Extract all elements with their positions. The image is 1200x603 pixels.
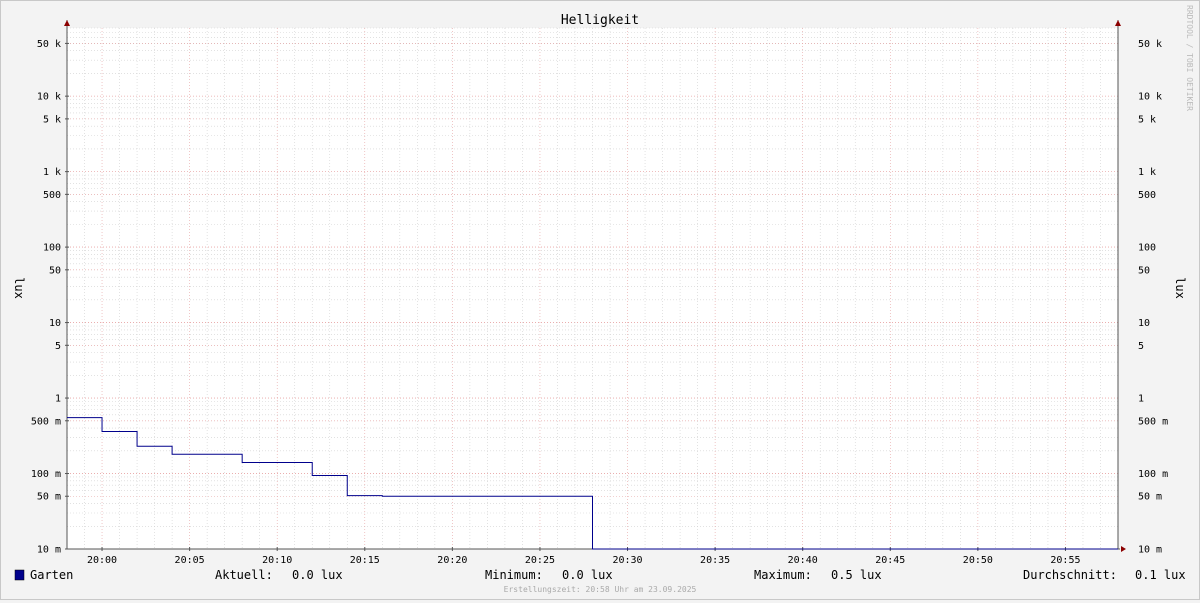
legend-aktuell-label: Aktuell: xyxy=(215,568,273,582)
legend-series-name: Garten xyxy=(30,568,73,582)
legend-minimum-value: 0.0 lux xyxy=(562,568,613,582)
legend-minimum-label: Minimum: xyxy=(485,568,543,582)
x-axis-arrow xyxy=(1121,546,1126,552)
y-tick-label-right: 500 xyxy=(1138,190,1156,201)
chart-canvas: Helligkeit RRDTOOL / TOBI OETIKER lux lu… xyxy=(12,5,1194,594)
x-tick-label: 20:20 xyxy=(437,555,467,566)
y-tick-label-right: 5 k xyxy=(1138,114,1156,125)
legend-maximum-value: 0.5 lux xyxy=(831,568,882,582)
y-tick-label-right: 50 k xyxy=(1138,39,1162,50)
chart-frame: Helligkeit RRDTOOL / TOBI OETIKER lux lu… xyxy=(0,0,1200,600)
y-tick-label-right: 1 xyxy=(1138,394,1144,405)
x-tick-label: 20:00 xyxy=(87,555,117,566)
x-tick-label: 20:55 xyxy=(1050,555,1080,566)
y-tick-label-left: 500 xyxy=(43,190,61,201)
x-tick-label: 20:40 xyxy=(788,555,818,566)
legend-aktuell-value: 0.0 lux xyxy=(292,568,343,582)
y-axis-left-arrow xyxy=(64,20,70,26)
y-tick-label-right: 5 xyxy=(1138,341,1144,352)
plot-area: 50 k 50 k 10 k 10 k 5 k 5 k 1 k 1 k 500 500 100 100… xyxy=(31,20,1168,566)
y-tick-label-right: 10 k xyxy=(1138,92,1162,103)
x-tick-label: 20:05 xyxy=(175,555,205,566)
y-axis-label-right: lux xyxy=(1173,277,1187,299)
x-tick-label: 20:15 xyxy=(350,555,380,566)
y-tick-label-left: 100 m xyxy=(31,469,61,480)
y-tick-label-left: 50 k xyxy=(37,39,61,50)
y-axis-right-arrow xyxy=(1115,20,1121,26)
y-tick-label-right: 500 m xyxy=(1138,416,1168,427)
y-tick-label-left: 1 xyxy=(55,394,61,405)
y-tick-label-right: 10 m xyxy=(1138,545,1162,556)
x-tick-label: 20:50 xyxy=(963,555,993,566)
x-tick-label: 20:10 xyxy=(262,555,292,566)
x-tick-label: 20:45 xyxy=(875,555,905,566)
y-tick-label-right: 1 k xyxy=(1138,167,1156,178)
legend-durchschnitt-label: Durchschnitt: xyxy=(1023,568,1117,582)
y-tick-label-left: 50 m xyxy=(37,492,61,503)
x-tick-label: 20:35 xyxy=(700,555,730,566)
y-tick-label-left: 5 xyxy=(55,341,61,352)
y-tick-label-right: 100 xyxy=(1138,243,1156,254)
y-tick-label-left: 500 m xyxy=(31,416,61,427)
y-tick-label-right: 50 m xyxy=(1138,492,1162,503)
x-tick-label: 20:30 xyxy=(612,555,642,566)
y-tick-label-left: 50 xyxy=(49,265,61,276)
chart-title: Helligkeit xyxy=(561,13,639,28)
y-tick-label-left: 100 xyxy=(43,243,61,254)
y-tick-label-left: 10 m xyxy=(37,545,61,556)
x-tick-label: 20:25 xyxy=(525,555,555,566)
y-tick-label-left: 10 xyxy=(49,318,61,329)
y-axis-label-left: lux xyxy=(12,277,26,299)
watermark-text: RRDTOOL / TOBI OETIKER xyxy=(1185,5,1194,111)
y-tick-label-right: 100 m xyxy=(1138,469,1168,480)
y-tick-label-right: 50 xyxy=(1138,265,1150,276)
y-tick-label-left: 5 k xyxy=(43,114,61,125)
footer-timestamp: Erstellungszeit: 20:58 Uhr am 23.09.2025 xyxy=(504,585,697,594)
legend-maximum-label: Maximum: xyxy=(754,568,812,582)
y-tick-label-right: 10 xyxy=(1138,318,1150,329)
y-tick-label-left: 10 k xyxy=(37,92,61,103)
y-tick-label-left: 1 k xyxy=(43,167,61,178)
legend-swatch-garten xyxy=(14,569,25,581)
legend-durchschnitt-value: 0.1 lux xyxy=(1135,568,1186,582)
